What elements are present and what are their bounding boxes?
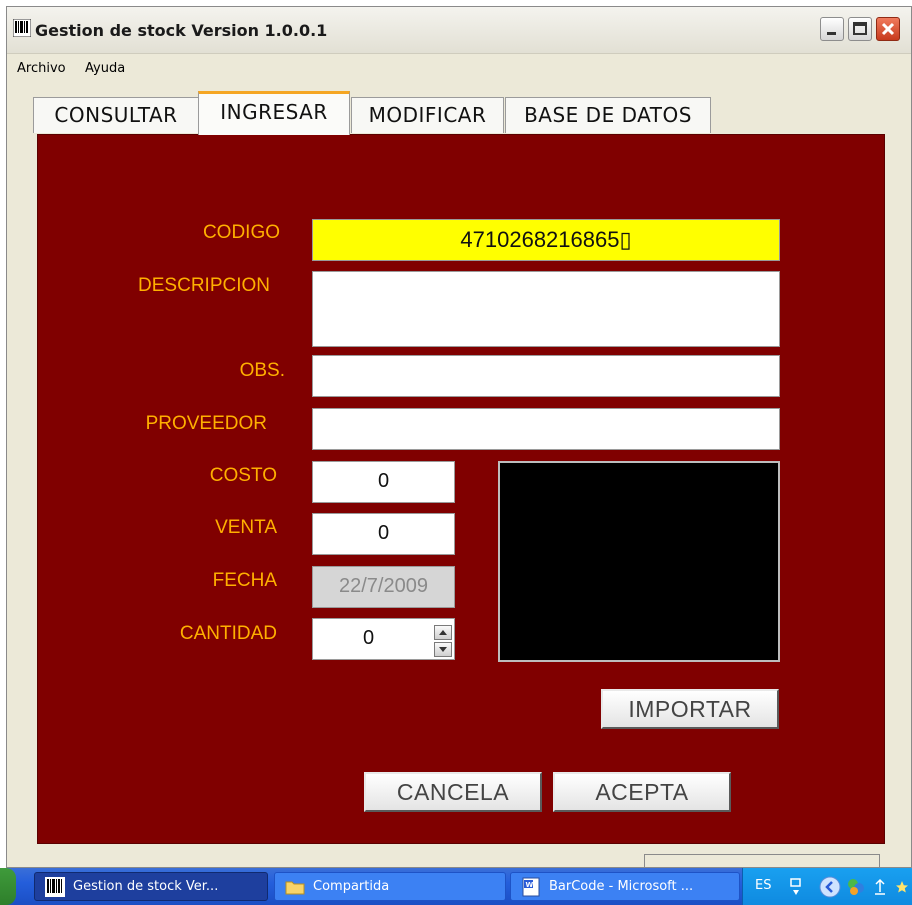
cantidad-label: CANTIDAD [179, 623, 277, 644]
menu-bar: Archivo Ayuda [7, 54, 911, 84]
codigo-label: CODIGO [202, 222, 280, 243]
barcode-preview [498, 461, 780, 662]
tab-modificar[interactable]: MODIFICAR [351, 97, 504, 133]
venta-label: VENTA [215, 517, 277, 538]
menu-archivo[interactable]: Archivo [17, 61, 66, 76]
descripcion-input[interactable] [312, 271, 780, 347]
obs-label: OBS. [239, 360, 285, 381]
chevron-left-icon[interactable] [819, 876, 841, 898]
spin-down-button[interactable] [434, 642, 452, 657]
start-button[interactable] [0, 868, 16, 905]
venta-input[interactable]: 0 [312, 513, 455, 555]
chevron-up-icon [439, 630, 447, 635]
messenger-icon[interactable] [845, 876, 867, 898]
cancela-button[interactable]: CANCELA [364, 772, 542, 812]
tab-base-de-datos[interactable]: BASE DE DATOS [505, 97, 711, 133]
folder-icon [285, 881, 305, 895]
system-tray: ES [742, 868, 912, 905]
fecha-input: 22/7/2009 [312, 566, 455, 608]
proveedor-label: PROVEEDOR [145, 413, 267, 434]
network-icon[interactable] [789, 877, 803, 897]
acepta-button[interactable]: ACEPTA [553, 772, 731, 812]
cantidad-spinner [434, 625, 452, 657]
barcode-icon [45, 877, 65, 897]
upload-icon[interactable] [873, 878, 887, 896]
spin-up-button[interactable] [434, 625, 452, 640]
title-bar: Gestion de stock Version 1.0.0.1 [7, 7, 911, 54]
close-icon [881, 22, 895, 36]
fecha-label: FECHA [212, 570, 277, 591]
chevron-down-icon [439, 647, 447, 652]
language-indicator[interactable]: ES [755, 878, 771, 893]
tab-ingresar[interactable]: INGRESAR [198, 91, 350, 135]
minimize-button[interactable] [820, 17, 844, 41]
costo-input[interactable]: 0 [312, 461, 455, 503]
obs-input[interactable] [312, 355, 780, 397]
minimize-icon [827, 32, 836, 35]
app-window: Gestion de stock Version 1.0.0.1 Archivo… [6, 6, 912, 868]
taskbar: Gestion de stock Ver... Compartida W Bar… [0, 868, 912, 905]
star-icon[interactable] [895, 880, 909, 894]
ingresar-panel: CODIGO 4710268216865▯ DESCRIPCION OBS. P… [37, 134, 885, 844]
window-title: Gestion de stock Version 1.0.0.1 [35, 21, 328, 40]
cantidad-stepper[interactable]: 0 [312, 618, 455, 660]
maximize-icon [853, 22, 867, 35]
cantidad-value: 0 [363, 627, 375, 649]
svg-text:W: W [526, 881, 534, 889]
close-button[interactable] [876, 17, 900, 41]
taskbar-item-barcode-word[interactable]: W BarCode - Microsoft ... [510, 872, 740, 901]
taskbar-item-gestion[interactable]: Gestion de stock Ver... [34, 872, 268, 901]
taskbar-item-label: Gestion de stock Ver... [73, 879, 219, 894]
importar-button[interactable]: IMPORTAR [601, 689, 779, 729]
tab-consultar[interactable]: CONSULTAR [33, 97, 199, 133]
taskbar-item-label: BarCode - Microsoft ... [549, 879, 694, 894]
maximize-button[interactable] [848, 17, 872, 41]
word-document-icon: W [522, 877, 540, 897]
taskbar-item-label: Compartida [313, 879, 390, 894]
proveedor-input[interactable] [312, 408, 780, 450]
status-bar-frame [644, 854, 880, 867]
codigo-input[interactable]: 4710268216865▯ [312, 219, 780, 261]
descripcion-label: DESCRIPCION [138, 275, 270, 296]
menu-ayuda[interactable]: Ayuda [85, 61, 125, 76]
taskbar-item-compartida[interactable]: Compartida [274, 872, 506, 901]
costo-label: COSTO [209, 465, 277, 486]
barcode-icon [13, 19, 31, 37]
